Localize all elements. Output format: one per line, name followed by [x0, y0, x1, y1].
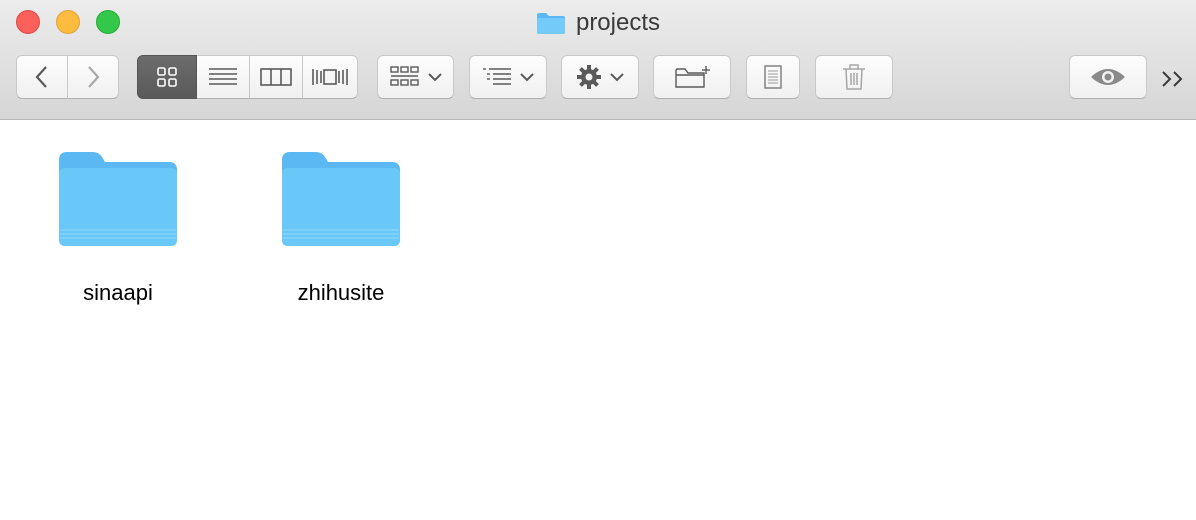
folder-icon: [536, 13, 565, 34]
list-view-icon: [209, 68, 237, 85]
window-title: projects: [575, 9, 661, 36]
cover-flow-button[interactable]: [303, 55, 358, 99]
folder-item-zhihusite[interactable]: zhihusite: [251, 150, 431, 306]
toolbar-overflow-button[interactable]: [1156, 62, 1190, 96]
arrange-button[interactable]: [377, 55, 454, 99]
chevron-down-icon: [610, 73, 624, 82]
chevron-left-icon: [35, 66, 47, 88]
quick-look-button[interactable]: [1069, 55, 1147, 99]
cover-flow-icon: [312, 69, 348, 85]
eye-icon: [1091, 69, 1125, 85]
list-view-button[interactable]: [197, 55, 250, 99]
file-name: zhihusite: [297, 280, 385, 305]
chevron-right-icon: [88, 66, 100, 88]
titlebar-toolbar: projects: [0, 0, 1196, 120]
window-title-bar: projects: [0, 6, 1196, 40]
icon-view-button[interactable]: [137, 55, 197, 99]
new-folder-icon: [675, 66, 710, 88]
chevron-down-icon: [520, 73, 534, 82]
column-view-button[interactable]: [250, 55, 303, 99]
back-button[interactable]: [16, 55, 68, 99]
icon-view-icon: [157, 67, 177, 87]
get-info-button[interactable]: [746, 55, 800, 99]
folder-item-sinaapi[interactable]: sinaapi: [28, 150, 208, 306]
sort-button[interactable]: [469, 55, 547, 99]
double-chevron-right-icon: [1162, 71, 1183, 87]
forward-button[interactable]: [68, 55, 119, 99]
document-icon: [764, 65, 782, 89]
folder-icon: [59, 152, 177, 246]
gear-icon: [577, 65, 601, 89]
sort-list-icon: [483, 68, 511, 85]
new-folder-button[interactable]: [653, 55, 731, 99]
trash-icon: [843, 64, 865, 90]
file-browser-content: sinaapi zhihusite: [0, 120, 1196, 520]
finder-window: projects sinaapi zhihusite: [0, 0, 1196, 520]
move-to-trash-button[interactable]: [815, 55, 893, 99]
file-name: sinaapi: [83, 280, 153, 305]
action-button[interactable]: [561, 55, 639, 99]
grid-arrange-icon: [389, 66, 419, 86]
chevron-down-icon: [427, 73, 442, 82]
folder-icon: [282, 152, 400, 246]
column-view-icon: [260, 68, 292, 86]
